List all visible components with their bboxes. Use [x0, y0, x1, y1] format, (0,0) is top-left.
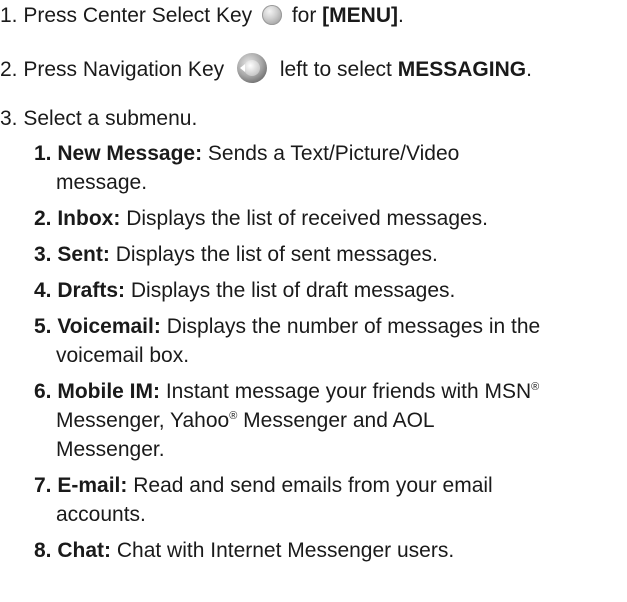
submenu-item-mobile-im: 6. Mobile IM: Instant message your frien… — [34, 377, 624, 464]
submenu-description: Chat with Internet Messenger users. — [116, 539, 455, 562]
submenu-description-continued: accounts. — [56, 503, 146, 526]
step-2-number: 2. — [0, 58, 18, 81]
center-select-key-icon — [261, 5, 282, 25]
menu-label: [MENU] — [322, 4, 398, 27]
submenu-description-continued: message. — [56, 171, 148, 194]
submenu-item-inbox: 2. Inbox: Displays the list of received … — [34, 204, 624, 233]
step-3-text: Select a submenu. — [23, 107, 198, 130]
step-1-text: Press Center Select Key — [23, 4, 253, 27]
submenu-description-continued: Messenger. — [56, 438, 165, 461]
submenu-item-drafts: 4. Drafts: Displays the list of draft me… — [34, 276, 624, 305]
submenu-label: 5. Voicemail: — [34, 315, 161, 338]
submenu-label: 6. Mobile IM: — [34, 380, 160, 403]
step-2-text: Press Navigation Key — [23, 58, 225, 81]
submenu-item-sent: 3. Sent: Displays the list of sent messa… — [34, 240, 624, 269]
submenu-description: Read and send emails from your email — [133, 474, 493, 497]
submenu-description: Displays the list of sent messages. — [115, 243, 438, 266]
registered-mark: ® — [229, 410, 238, 422]
submenu-label: 3. Sent: — [34, 243, 110, 266]
registered-mark: ® — [531, 381, 540, 393]
navigation-key-icon — [236, 53, 267, 83]
submenu-description: Displays the number of messages in the — [166, 315, 541, 338]
submenu-description: Displays the list of draft messages. — [130, 279, 456, 302]
step-3-number: 3. — [0, 107, 18, 130]
messaging-label: MESSAGING — [397, 58, 527, 81]
submenu-label: 8. Chat: — [34, 539, 112, 562]
submenu-description: Sends a Text/Picture/Video — [207, 142, 460, 165]
submenu-label: 7. E-mail: — [34, 474, 128, 497]
submenu-label: 1. New Message: — [34, 142, 203, 165]
submenu-list: 1. New Message: Sends a Text/Picture/Vid… — [34, 139, 624, 565]
submenu-item-chat: 8. Chat: Chat with Internet Messenger us… — [34, 536, 624, 565]
submenu-item-voicemail: 5. Voicemail: Displays the number of mes… — [34, 312, 624, 370]
submenu-description-continued: voicemail box. — [56, 344, 190, 367]
submenu-item-email: 7. E-mail: Read and send emails from you… — [34, 471, 624, 529]
step-2-text-left: left to select — [279, 58, 392, 81]
submenu-description: Instant message your friends with MSN — [165, 380, 532, 403]
step-1-number: 1. — [0, 4, 18, 27]
submenu-description: Displays the list of received messages. — [126, 207, 489, 230]
step-2: 2. Press Navigation Key left to select M… — [0, 52, 532, 84]
submenu-label: 4. Drafts: — [34, 279, 126, 302]
step-1-text-for: for — [291, 4, 317, 27]
step-1: 1. Press Center Select Key for [MENU]. — [0, 4, 404, 28]
instruction-document: 1. Press Center Select Key for [MENU]. 2… — [0, 0, 627, 602]
step-1-period: . — [398, 4, 404, 27]
submenu-description-continued: Messenger and AOL — [243, 409, 435, 432]
step-2-period: . — [526, 58, 532, 81]
step-3: 3. Select a submenu. — [0, 107, 197, 131]
submenu-item-new-message: 1. New Message: Sends a Text/Picture/Vid… — [34, 139, 624, 197]
submenu-description-continued: Messenger, Yahoo — [56, 409, 230, 432]
submenu-label: 2. Inbox: — [34, 207, 121, 230]
